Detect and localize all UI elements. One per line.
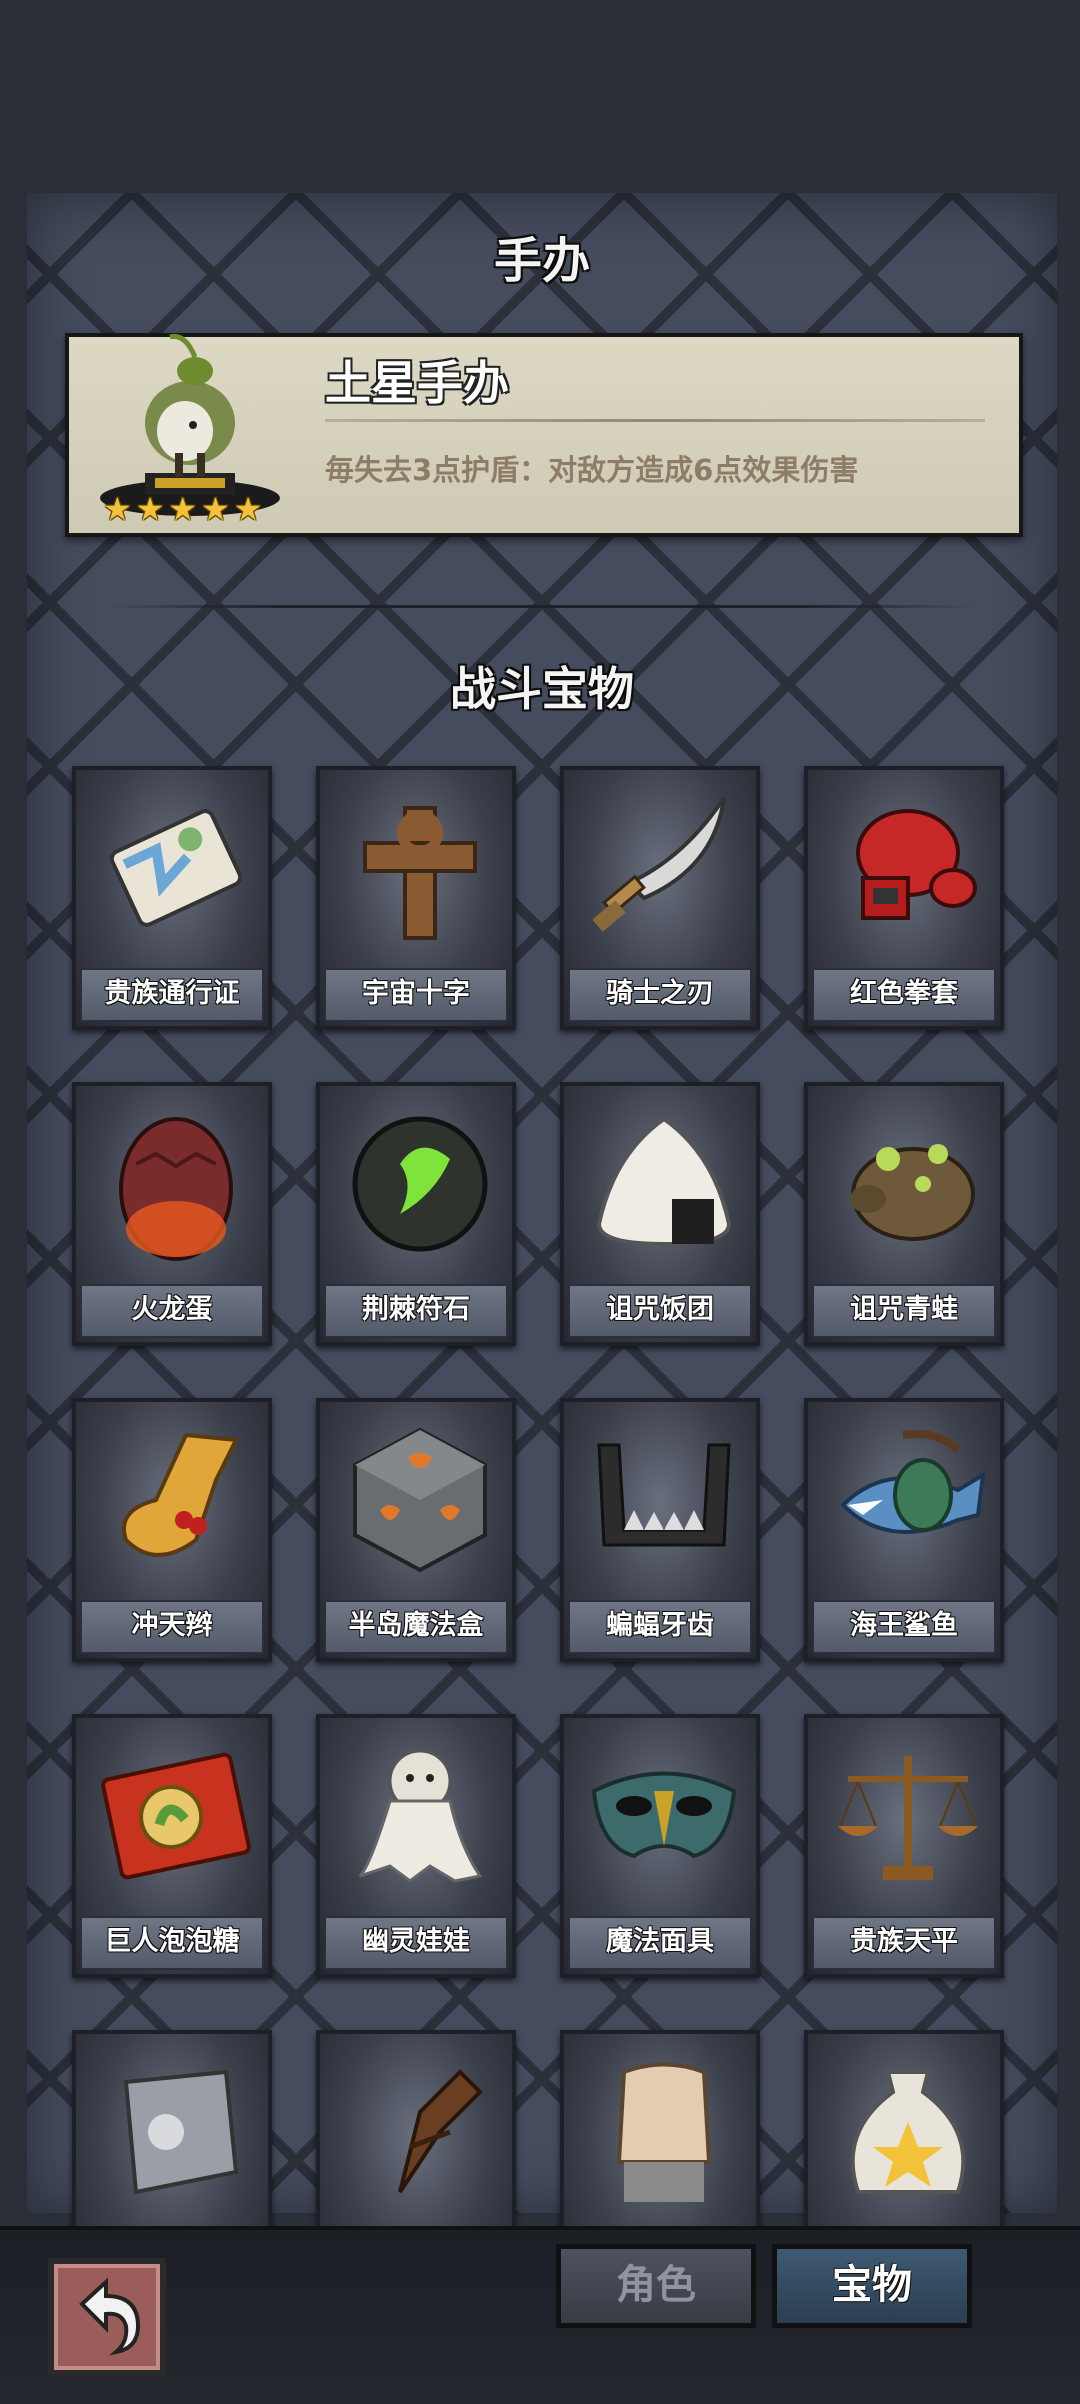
treasure-item-pass[interactable]: 贵族通行证	[72, 766, 272, 1030]
star-icon: ★	[168, 490, 198, 528]
star-icon: ★	[201, 490, 230, 528]
frog-icon	[850, 1144, 975, 1241]
item-label: 半岛魔法盒	[324, 1600, 508, 1654]
item-label: 荆棘符石	[324, 1284, 508, 1338]
item-label: 冲天辫	[80, 1600, 264, 1654]
wooden-cross-icon	[363, 806, 477, 940]
fist-icon	[616, 2062, 712, 2202]
dragon-egg-icon	[119, 1117, 233, 1261]
item-label: 贵族通行证	[80, 968, 264, 1022]
treasure-item-mask[interactable]: 魔法面具	[560, 1714, 760, 1978]
treasure-item-rune[interactable]: 荆棘符石	[316, 1082, 516, 1346]
figure-divider	[325, 419, 985, 422]
battle-section-title: 战斗宝物	[450, 662, 634, 716]
treasure-item-rice-ball[interactable]: 诅咒饭团	[560, 1082, 760, 1346]
mask-icon	[591, 1771, 737, 1859]
bat-teeth-icon	[597, 1443, 731, 1547]
treasure-item-bat-teeth[interactable]: 蝙蝠牙齿	[560, 1398, 760, 1662]
item-label: 巨人泡泡糖	[80, 1916, 264, 1970]
back-arrow-icon	[79, 2277, 141, 2356]
item-label: 宇宙十字	[324, 968, 508, 1022]
knife-icon	[592, 796, 726, 932]
rice-ball-icon	[596, 1116, 732, 1247]
star-icon: ★	[103, 490, 132, 528]
ghost-doll-icon	[358, 1749, 483, 1883]
star-icon: ★	[135, 490, 165, 528]
scales-icon	[838, 1756, 978, 1880]
shark-icon	[840, 1430, 986, 1534]
item-label: 魔法面具	[568, 1916, 752, 1970]
tab-role[interactable]: 角色	[556, 2244, 756, 2328]
wooden-club-icon	[398, 2069, 483, 2194]
bubblegum-icon	[101, 1752, 251, 1880]
section-divider	[107, 605, 977, 608]
back-button[interactable]	[48, 2258, 166, 2376]
figure-description: 毎失去3点护盾：对敌方造成6点效果伤害	[325, 453, 859, 487]
figure-section-title: 手办	[493, 233, 590, 289]
bottom-bar: 角色 宝物	[0, 2226, 1080, 2404]
pass-card-icon	[109, 809, 243, 927]
magic-cube-icon	[353, 1427, 487, 1573]
treasure-item-scales[interactable]: 贵族天平	[804, 1714, 1004, 1978]
item-label: 蝙蝠牙齿	[568, 1600, 752, 1654]
treasure-item-blade[interactable]: 骑士之刃	[560, 766, 760, 1030]
treasure-item-cross[interactable]: 宇宙十字	[316, 766, 516, 1030]
armor-icon	[123, 2069, 239, 2195]
figure-name: 土星手办	[325, 356, 509, 410]
treasure-item-shark[interactable]: 海王鲨鱼	[804, 1398, 1004, 1662]
rune-stone-icon	[352, 1116, 488, 1252]
item-label: 诅咒青蛙	[812, 1284, 996, 1338]
item-label: 骑士之刃	[568, 968, 752, 1022]
treasure-item-ghost-doll[interactable]: 幽灵娃娃	[316, 1714, 516, 1978]
treasure-item-magic-box[interactable]: 半岛魔法盒	[316, 1398, 516, 1662]
treasure-item-dragon-egg[interactable]: 火龙蛋	[72, 1082, 272, 1346]
item-label: 火龙蛋	[80, 1284, 264, 1338]
item-label: 贵族天平	[812, 1916, 996, 1970]
treasure-item-glove[interactable]: 红色拳套	[804, 766, 1004, 1030]
treasure-item-ponytail[interactable]: 冲天辫	[72, 1398, 272, 1662]
item-label: 海王鲨鱼	[812, 1600, 996, 1654]
figure-card[interactable]: ★ ★ ★ ★ ★ 土星手办 毎失去3点护盾：对敌方造成6点效果伤害	[65, 333, 1023, 537]
treasure-item-bubblegum[interactable]: 巨人泡泡糖	[72, 1714, 272, 1978]
star-rating: ★ ★ ★ ★ ★	[103, 493, 262, 525]
item-label: 红色拳套	[812, 968, 996, 1022]
item-label: 诅咒饭团	[568, 1284, 752, 1338]
ponytail-icon	[122, 1432, 240, 1557]
treasure-item-frog[interactable]: 诅咒青蛙	[804, 1082, 1004, 1346]
tab-treasure[interactable]: 宝物	[772, 2244, 972, 2328]
boxing-glove-icon	[856, 809, 977, 920]
sack-icon	[850, 2070, 966, 2194]
item-label: 幽灵娃娃	[324, 1916, 508, 1970]
star-icon: ★	[233, 490, 263, 528]
